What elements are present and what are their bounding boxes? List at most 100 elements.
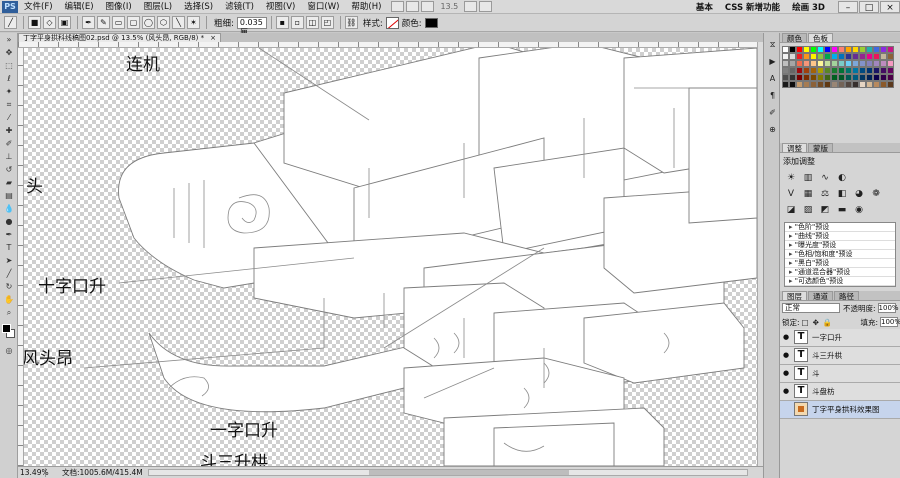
tab-channels[interactable]: 通道 (808, 290, 833, 301)
color-swatch[interactable] (810, 67, 817, 74)
tab-masks[interactable]: 蒙版 (808, 142, 833, 153)
layer-row[interactable]: ● T 斗盘枋 (780, 382, 900, 401)
line-icon[interactable]: ╲ (172, 16, 185, 29)
color-swatch[interactable] (880, 60, 887, 67)
color-swatch[interactable] (873, 74, 880, 81)
menu-select[interactable]: 选择(S) (178, 0, 219, 14)
lasso-tool-icon[interactable]: ℓ (1, 73, 17, 85)
color-swatch[interactable] (789, 46, 796, 53)
lock-all-icon[interactable]: 🔒 (823, 318, 832, 327)
preset-hue-saturation[interactable]: "色相/饱和度"预设 (785, 250, 895, 259)
color-swatch[interactable] (838, 74, 845, 81)
color-swatch[interactable] (852, 53, 859, 60)
gradient-tool-icon[interactable]: ▤ (1, 190, 17, 202)
shape-layers-icon[interactable]: ■ (28, 16, 41, 29)
color-swatch[interactable] (887, 60, 894, 67)
brush-panel-icon[interactable]: ✐ (766, 107, 779, 118)
path-select-tool-icon[interactable]: ➤ (1, 255, 17, 267)
tab-swatches[interactable]: 色板 (808, 33, 833, 43)
color-swatch[interactable] (866, 60, 873, 67)
color-swatch[interactable] (789, 81, 796, 88)
posterize-icon[interactable]: ▨ (801, 204, 815, 216)
weight-input[interactable]: 0.035 厘 (236, 16, 267, 37)
layer-row[interactable]: 丁字平身拱科效果图 (780, 400, 900, 419)
shape-color-swatch[interactable] (424, 17, 438, 28)
color-swatch[interactable] (859, 53, 866, 60)
color-swatch[interactable] (880, 67, 887, 74)
color-swatch[interactable] (845, 74, 852, 81)
visibility-eye-icon[interactable]: ● (780, 351, 792, 359)
color-swatch[interactable] (859, 67, 866, 74)
selective-color-icon[interactable]: ◉ (852, 204, 866, 216)
color-swatch[interactable] (866, 74, 873, 81)
color-swatch[interactable] (887, 67, 894, 74)
rounded-rectangle-icon[interactable]: ▢ (127, 16, 140, 29)
dodge-tool-icon[interactable]: ● (1, 216, 17, 228)
fill-input[interactable]: 100% (880, 317, 900, 327)
brightness-contrast-icon[interactable]: ☀ (784, 172, 798, 184)
levels-icon[interactable]: ▥ (801, 172, 815, 184)
color-swatch[interactable] (817, 81, 824, 88)
color-swatch[interactable] (831, 81, 838, 88)
color-swatch[interactable] (887, 81, 894, 88)
color-swatch[interactable] (845, 60, 852, 67)
color-swatch[interactable] (852, 46, 859, 53)
channel-mixer-icon[interactable]: ❁ (869, 188, 883, 200)
history-brush-tool-icon[interactable]: ↺ (1, 164, 17, 176)
hand-tool-icon[interactable]: ✋ (1, 294, 17, 306)
3d-rotate-tool-icon[interactable]: ↻ (1, 281, 17, 293)
vibrance-icon[interactable]: V (784, 188, 798, 200)
layer-row[interactable]: ● T 斗三升栱 (780, 346, 900, 365)
pen-tool-icon[interactable]: ✒ (1, 229, 17, 241)
color-swatch[interactable] (824, 46, 831, 53)
quick-select-tool-icon[interactable]: ✦ (1, 86, 17, 98)
color-swatch[interactable] (859, 81, 866, 88)
black-white-icon[interactable]: ◧ (835, 188, 849, 200)
foreground-color-swatch[interactable] (2, 324, 11, 333)
color-swatch[interactable] (866, 53, 873, 60)
add-shape-icon[interactable]: ▪ (275, 16, 289, 29)
maximize-icon[interactable]: □ (859, 0, 879, 13)
color-swatch[interactable] (852, 60, 859, 67)
mini-bridge-button[interactable] (406, 1, 420, 12)
marquee-tool-icon[interactable]: ⬚ (1, 60, 17, 72)
color-swatch[interactable] (838, 60, 845, 67)
preset-levels[interactable]: "色阶"预设 (785, 223, 895, 232)
color-swatch[interactable] (817, 60, 824, 67)
photo-filter-icon[interactable]: ◕ (852, 188, 866, 200)
clone-stamp-tool-icon[interactable]: ⊥ (1, 151, 17, 163)
link-layer-icon[interactable]: ⛓ (344, 16, 358, 29)
layer-row[interactable]: ● T 斗 (780, 364, 900, 383)
tab-color[interactable]: 颜色 (782, 33, 807, 43)
bridge-button[interactable] (391, 1, 405, 12)
color-swatch[interactable] (831, 46, 838, 53)
lock-position-icon[interactable]: ✥ (813, 318, 819, 327)
color-swatch[interactable] (873, 46, 880, 53)
color-swatch[interactable] (782, 74, 789, 81)
color-swatch[interactable] (831, 60, 838, 67)
color-swatch[interactable] (810, 46, 817, 53)
actions-panel-icon[interactable]: ▶ (766, 56, 779, 67)
color-swatch[interactable] (803, 46, 810, 53)
zoom-tool-icon[interactable]: ⌕ (1, 307, 17, 319)
color-swatch[interactable] (824, 53, 831, 60)
preset-curves[interactable]: "曲线"预设 (785, 232, 895, 241)
color-swatch[interactable] (817, 74, 824, 81)
subtract-shape-icon[interactable]: ▫ (290, 16, 304, 29)
menu-filter[interactable]: 滤镜(T) (219, 0, 260, 14)
pen-icon[interactable]: ✒ (82, 16, 95, 29)
eraser-tool-icon[interactable]: ▰ (1, 177, 17, 189)
tab-paths[interactable]: 路径 (834, 290, 859, 301)
color-swatch[interactable] (796, 74, 803, 81)
paragraph-panel-icon[interactable]: ¶ (766, 90, 779, 101)
collapse-tools-icon[interactable]: » (1, 34, 17, 46)
color-swatch[interactable] (824, 81, 831, 88)
color-swatch[interactable] (859, 74, 866, 81)
clone-source-icon[interactable]: ⊕ (766, 124, 779, 135)
document-canvas[interactable]: 连机 头 十字口升 风头昂 一字口升 斗三升栱 (24, 48, 757, 466)
color-swatch[interactable] (796, 67, 803, 74)
color-swatch[interactable] (838, 46, 845, 53)
rectangle-icon[interactable]: ▭ (112, 16, 125, 29)
workspace-css-new[interactable]: CSS 新增功能 (719, 1, 786, 13)
zoom-level-value[interactable]: 13.5 (440, 2, 458, 11)
